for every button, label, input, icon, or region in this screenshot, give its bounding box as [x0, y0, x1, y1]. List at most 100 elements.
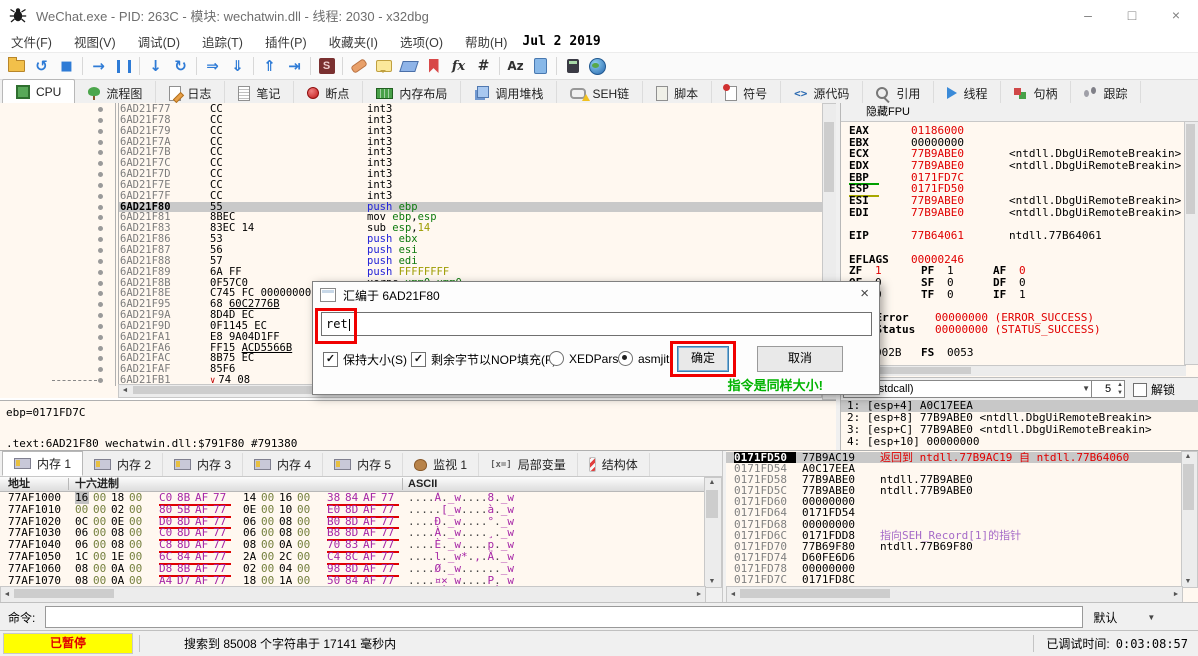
- assemble-instruction-input[interactable]: ret: [321, 312, 872, 336]
- tab-graph[interactable]: 流程图: [75, 81, 156, 105]
- bookmarks-button[interactable]: [421, 54, 446, 78]
- register-row[interactable]: OF0SF0DF0: [849, 277, 1181, 289]
- stack-vscrollbar[interactable]: ▲ ▼: [1181, 451, 1198, 588]
- registers-hscrollbar[interactable]: [841, 365, 1186, 376]
- pause-button[interactable]: [111, 54, 136, 78]
- tab-log-label: 日志: [187, 85, 211, 102]
- command-input[interactable]: [45, 606, 1083, 628]
- tab-dump-4[interactable]: 内存 4: [243, 453, 323, 476]
- register-row[interactable]: EBP0171FD7C: [849, 172, 1181, 184]
- command-profile-select[interactable]: 默认 ▼: [1091, 609, 1157, 626]
- calculator-button[interactable]: [560, 54, 585, 78]
- execute-till-return-button[interactable]: ⇓: [225, 54, 250, 78]
- patches-button[interactable]: [346, 54, 371, 78]
- tab-dump-5[interactable]: 内存 5: [323, 453, 403, 476]
- step-over-button[interactable]: ↻: [168, 54, 193, 78]
- asmjit-radio[interactable]: asmjit: [618, 351, 669, 366]
- calling-convention-select[interactable]: 默认 (stdcall) ▼: [843, 380, 1093, 398]
- register-row[interactable]: EIP77B64061ntdll.77B64061: [849, 230, 1181, 242]
- stack-row[interactable]: 0171FD6000000000: [726, 496, 1183, 507]
- step-into-button[interactable]: ↓: [143, 54, 168, 78]
- tab-seh[interactable]: SEH链: [557, 81, 643, 105]
- unlock-checkbox[interactable]: 解锁: [1133, 381, 1175, 398]
- tab-cpu[interactable]: CPU: [2, 79, 75, 105]
- menu-item[interactable]: 选项(O): [389, 32, 454, 51]
- strings-button[interactable]: S: [314, 54, 339, 78]
- memory-vscrollbar[interactable]: ▲ ▼: [704, 477, 722, 588]
- register-row[interactable]: LastStatus00000000 (STATUS_SUCCESS): [849, 324, 1181, 336]
- run-button[interactable]: →: [86, 54, 111, 78]
- run-to-user-code-button[interactable]: ⇥: [282, 54, 307, 78]
- registers-vscrollbar[interactable]: [1184, 121, 1198, 365]
- stack-row[interactable]: 0171FD5C77B9ABE0ntdll.77B9ABE0: [726, 485, 1183, 496]
- maximize-button[interactable]: □: [1110, 0, 1154, 30]
- disassembly-row[interactable]: 6AD21F79CCint3: [0, 126, 822, 137]
- labels-button[interactable]: [396, 54, 421, 78]
- menu-item[interactable]: 视图(V): [63, 32, 127, 51]
- stack-row[interactable]: 0171FD7077B69F80ntdll.77B69F80: [726, 541, 1183, 552]
- tab-call-stack[interactable]: 调用堆栈: [461, 81, 557, 105]
- tab-dump-3[interactable]: 内存 3: [163, 453, 243, 476]
- xedparse-radio[interactable]: XEDParse: [549, 351, 625, 366]
- stack-row[interactable]: 0171FD7C0171FD8C: [726, 574, 1183, 585]
- dialog-close-icon[interactable]: ×: [860, 285, 869, 302]
- tab-script[interactable]: 脚本: [643, 81, 712, 105]
- tab-trace[interactable]: 跟踪: [1071, 81, 1141, 105]
- stack-row[interactable]: 0171FD74D60FE6D6: [726, 552, 1183, 563]
- register-row[interactable]: CF0TF0IF1: [849, 289, 1181, 301]
- minimize-button[interactable]: –: [1066, 0, 1110, 30]
- case-button[interactable]: Az: [503, 54, 528, 78]
- tab-locals[interactable]: [x=]局部变量: [479, 453, 578, 476]
- tab-symbols[interactable]: 符号: [712, 81, 781, 105]
- memory-row[interactable]: 77AF10501C001E006C84AF772A002C00C48CAF77…: [0, 551, 706, 563]
- register-row[interactable]: EDI77B9ABE0<ntdll.DbgUiRemoteBreakin>: [849, 207, 1181, 219]
- menu-item[interactable]: 收藏夹(I): [318, 32, 389, 51]
- menu-item[interactable]: 追踪(T): [191, 32, 254, 51]
- tab-watch-1[interactable]: 监视 1: [403, 453, 479, 476]
- tab-dump-2[interactable]: 内存 2: [83, 453, 163, 476]
- open-file-button[interactable]: [4, 54, 29, 78]
- run-trace-button[interactable]: ⇒: [200, 54, 225, 78]
- argument-count-spinner[interactable]: 5 ▲▼: [1091, 380, 1125, 398]
- tab-source[interactable]: <>源代码: [781, 81, 863, 105]
- tab-handles[interactable]: 句柄: [1001, 81, 1071, 105]
- tab-notes[interactable]: 笔记: [225, 81, 294, 105]
- internet-button[interactable]: [585, 54, 610, 78]
- menu-item[interactable]: 插件(P): [254, 32, 318, 51]
- menu-item[interactable]: 文件(F): [0, 32, 63, 51]
- tab-memory-map[interactable]: 内存布局: [363, 81, 461, 105]
- memory-row[interactable]: 77AF101000000200805BAF770E001000E08DAF77…: [0, 504, 706, 516]
- stop-button[interactable]: ■: [54, 54, 79, 78]
- comments-button[interactable]: [371, 54, 396, 78]
- keep-size-checkbox[interactable]: 保持大小(S): [323, 351, 407, 368]
- register-row[interactable]: EAX01186000: [849, 125, 1181, 137]
- tab-log[interactable]: 日志: [156, 81, 225, 105]
- step-out-button[interactable]: ⇑: [257, 54, 282, 78]
- functions-button[interactable]: fx: [446, 54, 471, 78]
- menu-item[interactable]: 帮助(H): [454, 32, 518, 51]
- tab-struct[interactable]: 结构体: [578, 453, 650, 476]
- stack-row[interactable]: 0171FD7800000000: [726, 563, 1183, 574]
- stack-row[interactable]: 0171FD6800000000: [726, 519, 1183, 530]
- tab-threads[interactable]: 线程: [934, 81, 1001, 105]
- close-button[interactable]: ×: [1154, 0, 1198, 30]
- menu-item[interactable]: 调试(D): [127, 32, 191, 51]
- register-row[interactable]: GS002BFS0053: [849, 347, 1181, 359]
- tab-breakpoints[interactable]: 断点: [294, 81, 363, 105]
- sms-button[interactable]: [528, 54, 553, 78]
- hide-fpu-button[interactable]: 隐藏FPU: [841, 103, 1198, 122]
- argument-row[interactable]: 4: [esp+10] 00000000: [841, 436, 1198, 448]
- shortcuts-button[interactable]: #: [471, 54, 496, 78]
- register-row[interactable]: EDX77B9ABE0<ntdll.DbgUiRemoteBreakin>: [849, 160, 1181, 172]
- stack-row[interactable]: 0171FD5077B9AC19返回到 ntdll.77B9AC19 自 ntd…: [726, 452, 1183, 463]
- memory-hscrollbar[interactable]: ◄ ►: [0, 586, 706, 603]
- fill-nop-checkbox[interactable]: 剩余字节以NOP填充(F): [411, 351, 556, 368]
- register-row[interactable]: LastError00000000 (ERROR_SUCCESS): [849, 312, 1181, 324]
- stack-row[interactable]: 0171FD640171FD54: [726, 507, 1183, 518]
- tab-dump-1[interactable]: 内存 1: [2, 451, 83, 476]
- restart-button[interactable]: ↺: [29, 54, 54, 78]
- memory-row[interactable]: 77AF106008000A00D88BAF7702000400988DAF77…: [0, 563, 706, 575]
- tab-references[interactable]: 引用: [863, 81, 934, 105]
- stack-hscrollbar[interactable]: ◄ ►: [726, 586, 1183, 603]
- cancel-button[interactable]: 取消: [757, 346, 843, 372]
